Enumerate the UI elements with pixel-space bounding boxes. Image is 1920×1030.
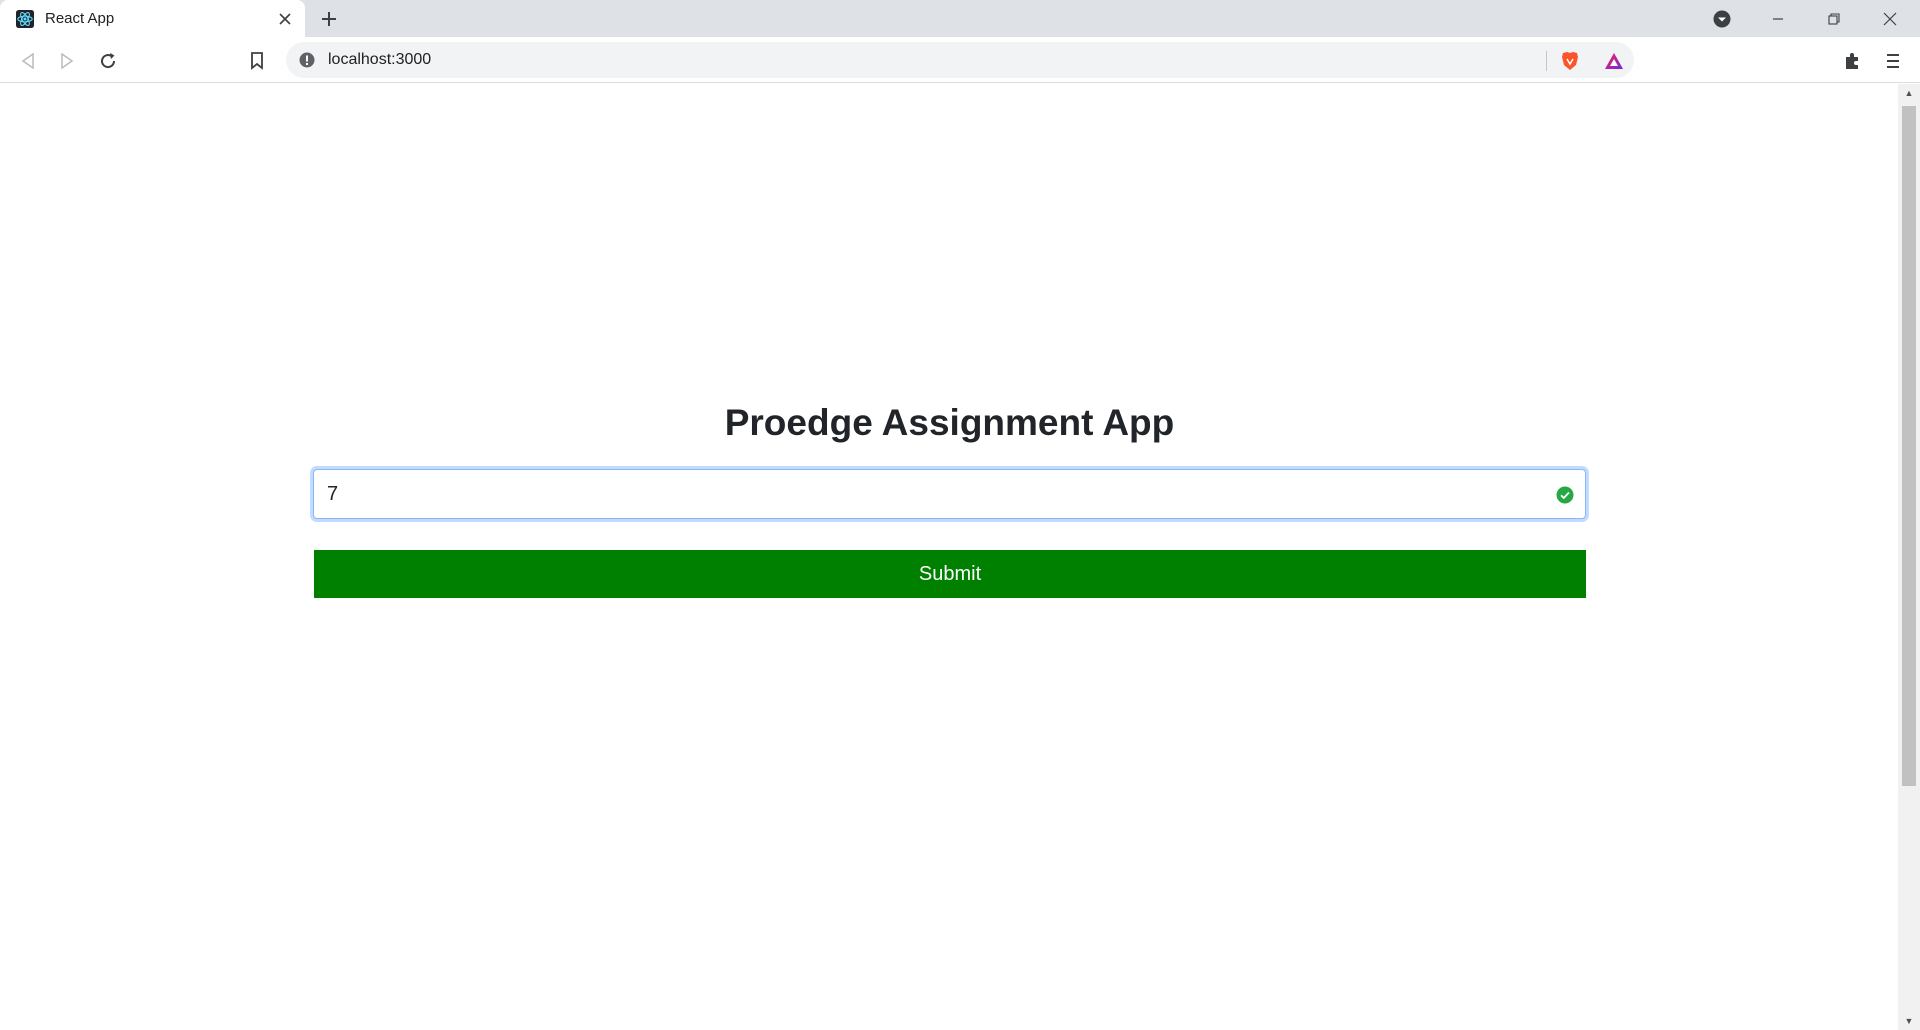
address-bar[interactable]: localhost:3000 (286, 42, 1634, 78)
number-input[interactable] (327, 482, 1527, 506)
window-close-icon[interactable] (1862, 0, 1918, 37)
tab-title: React App (45, 10, 115, 27)
scroll-down-arrow-icon[interactable]: ▼ (1898, 1012, 1920, 1030)
restore-icon[interactable] (1806, 0, 1862, 37)
forward-arrow-icon[interactable] (53, 47, 81, 75)
omnibox-divider (1546, 51, 1547, 71)
hamburger-menu-icon[interactable] (1879, 47, 1907, 75)
react-icon (15, 9, 35, 29)
check-circle-icon (1556, 486, 1574, 504)
back-arrow-icon[interactable] (14, 47, 42, 75)
plus-icon[interactable] (316, 6, 342, 32)
reload-icon[interactable] (94, 47, 122, 75)
page-title: Proedge Assignment App (724, 402, 1175, 443)
triangle-icon[interactable] (1602, 49, 1626, 73)
tab-search-icon[interactable] (1710, 7, 1734, 31)
vertical-scrollbar[interactable]: ▲ ▼ (1898, 84, 1920, 1030)
minimize-icon[interactable] (1750, 0, 1806, 37)
scrollbar-thumb[interactable] (1902, 106, 1916, 786)
brave-lion-icon[interactable] (1558, 49, 1582, 73)
submit-button[interactable]: Submit (314, 550, 1586, 598)
puzzle-icon[interactable] (1838, 47, 1866, 75)
info-icon[interactable] (298, 51, 316, 69)
browser-tab[interactable]: React App (0, 0, 305, 37)
tab-strip: React App (0, 0, 1920, 37)
close-icon[interactable] (273, 7, 297, 31)
bookmark-icon[interactable] (243, 47, 271, 75)
url-text[interactable]: localhost:3000 (328, 51, 1634, 69)
number-input-wrapper[interactable] (313, 469, 1586, 519)
scroll-up-arrow-icon[interactable]: ▲ (1898, 84, 1920, 102)
browser-toolbar: localhost:3000 (0, 37, 1920, 83)
